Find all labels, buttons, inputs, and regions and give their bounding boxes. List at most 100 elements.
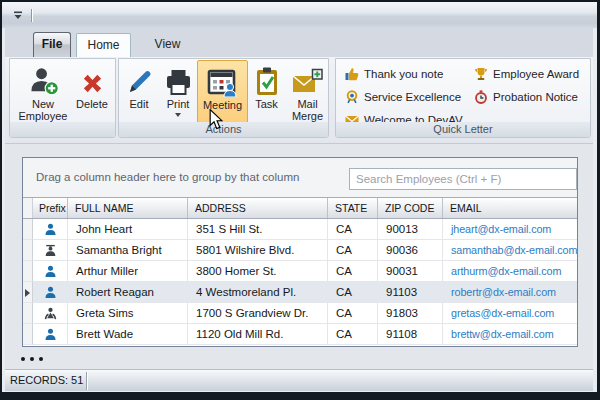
mouse-cursor [209, 109, 223, 130]
row-indicator-cell [23, 261, 33, 282]
print-dropdown-caret[interactable] [175, 113, 181, 117]
group-label-employees [10, 122, 115, 137]
header-indicator [23, 198, 33, 218]
mail-merge-icon [292, 63, 323, 96]
zip-cell: 91103 [378, 282, 443, 303]
task-button[interactable]: Task [248, 60, 285, 123]
quick-access-toolbar [12, 8, 32, 22]
prefix-cell [33, 219, 68, 240]
records-count: RECORDS: 51 [10, 370, 83, 391]
prefix-cell [33, 303, 68, 324]
prefix-icon-doctor [44, 244, 57, 257]
email-link[interactable]: brettw@dx-email.com [443, 324, 577, 345]
email-link[interactable]: robertr@dx-email.com [443, 282, 577, 303]
new-employee-label: New Employee [18, 98, 68, 122]
service-excellence-label: Service Excellence [364, 91, 461, 103]
name-cell: Brett Wade [68, 324, 188, 345]
address-cell: 1120 Old Mill Rd. [188, 324, 328, 345]
probation-notice-button[interactable]: Probation Notice [472, 85, 579, 108]
zip-cell: 91803 [378, 303, 443, 324]
header-address[interactable]: ADDRESS [188, 198, 328, 218]
delete-button[interactable]: Delete [69, 60, 115, 123]
service-excellence-button[interactable]: Service Excellence [343, 85, 472, 108]
trophy-icon [474, 67, 488, 81]
header-prefix[interactable]: Prefix [33, 198, 68, 218]
email-link[interactable]: arthurm@dx-email.com [443, 261, 577, 282]
state-cell: CA [328, 219, 378, 240]
name-cell: Arthur Miller [68, 261, 188, 282]
probation-notice-label: Probation Notice [493, 91, 578, 103]
medal-icon [345, 90, 359, 104]
search-input[interactable] [349, 168, 577, 190]
thumbs-up-icon [345, 67, 359, 81]
delete-icon [79, 63, 106, 96]
employee-award-button[interactable]: Employee Award [472, 62, 579, 85]
tab-view[interactable]: View [140, 33, 195, 57]
email-link[interactable]: jheart@dx-email.com [443, 219, 577, 240]
name-cell: Samantha Bright [68, 240, 188, 261]
titlebar [2, 2, 597, 28]
table-row[interactable]: Arthur Miller 3800 Homer St. CA 90031 ar… [23, 261, 577, 282]
prefix-icon-male [44, 223, 57, 236]
print-button[interactable]: Print [159, 60, 197, 123]
state-cell: CA [328, 324, 378, 345]
employee-award-label: Employee Award [493, 68, 579, 80]
table-row[interactable]: John Heart 351 S Hill St. CA 90013 jhear… [23, 219, 577, 240]
row-indicator-cell [23, 324, 33, 345]
app-window: { "ribbon": { "tabs": { "file": "File", … [0, 0, 600, 400]
mail-merge-label: Mail Merge [285, 98, 329, 122]
prefix-icon-female [44, 307, 57, 320]
task-label: Task [255, 98, 278, 110]
quick-letter-items: Thank you note Service Excellence W [343, 62, 579, 131]
prefix-cell [33, 324, 68, 345]
header-email[interactable]: EMAIL [443, 198, 577, 218]
mail-merge-button[interactable]: Mail Merge [285, 60, 329, 123]
address-cell: 5801 Wilshire Blvd. [188, 240, 328, 261]
state-cell: CA [328, 303, 378, 324]
qat-customize-icon[interactable] [12, 10, 24, 21]
prefix-cell [33, 282, 68, 303]
new-employee-icon [28, 63, 59, 96]
thank-you-note-button[interactable]: Thank you note [343, 62, 472, 85]
prefix-cell [33, 261, 68, 282]
zip-cell: 90036 [378, 240, 443, 261]
state-cell: CA [328, 282, 378, 303]
statusbar-separator [86, 372, 87, 390]
tab-home[interactable]: Home [76, 33, 131, 57]
alarm-clock-icon [474, 90, 488, 104]
ribbon-tab-row: File Home View [5, 28, 593, 57]
edit-button[interactable]: Edit [119, 60, 159, 123]
state-cell: CA [328, 240, 378, 261]
name-cell: Greta Sims [68, 303, 188, 324]
header-full-name[interactable]: FULL NAME [68, 198, 188, 218]
group-by-panel[interactable]: Drag a column header here to group by th… [23, 158, 577, 197]
row-indicator-cell [23, 219, 33, 240]
name-cell: John Heart [68, 219, 188, 240]
table-row[interactable]: Greta Sims 1700 S Grandview Dr. CA 91803… [23, 303, 577, 324]
email-link[interactable]: samanthab@dx-email.com [443, 240, 577, 261]
ribbon-group-actions: Edit Print [118, 58, 329, 138]
focused-row-arrow-icon [25, 289, 30, 297]
employee-grid: Drag a column header here to group by th… [22, 157, 578, 347]
header-state[interactable]: STATE [328, 198, 378, 218]
header-zip-code[interactable]: ZIP CODE [378, 198, 443, 218]
table-row[interactable]: Brett Wade 1120 Old Mill Rd. CA 91108 br… [23, 324, 577, 345]
new-employee-button[interactable]: New Employee [18, 60, 68, 123]
email-link[interactable]: gretas@dx-email.com [443, 303, 577, 324]
group-label-actions: Actions [119, 122, 328, 137]
task-icon [255, 63, 279, 96]
state-cell: CA [328, 261, 378, 282]
qat-separator [31, 9, 32, 22]
edit-icon [126, 63, 152, 96]
table-row-selected[interactable]: Robert Reagan 4 Westmoreland Pl. CA 9110… [23, 282, 577, 303]
row-indicator-cell [23, 303, 33, 324]
delete-label: Delete [76, 98, 108, 110]
edit-label: Edit [130, 98, 149, 110]
grid-header-row: Prefix FULL NAME ADDRESS STATE ZIP CODE … [23, 197, 577, 219]
address-cell: 351 S Hill St. [188, 219, 328, 240]
grid-overflow-dots [21, 357, 43, 361]
file-application-button[interactable]: File [33, 32, 71, 57]
zip-cell: 90031 [378, 261, 443, 282]
table-row[interactable]: Samantha Bright 5801 Wilshire Blvd. CA 9… [23, 240, 577, 261]
ribbon-group-quick-letter: Thank you note Service Excellence W [335, 58, 591, 138]
